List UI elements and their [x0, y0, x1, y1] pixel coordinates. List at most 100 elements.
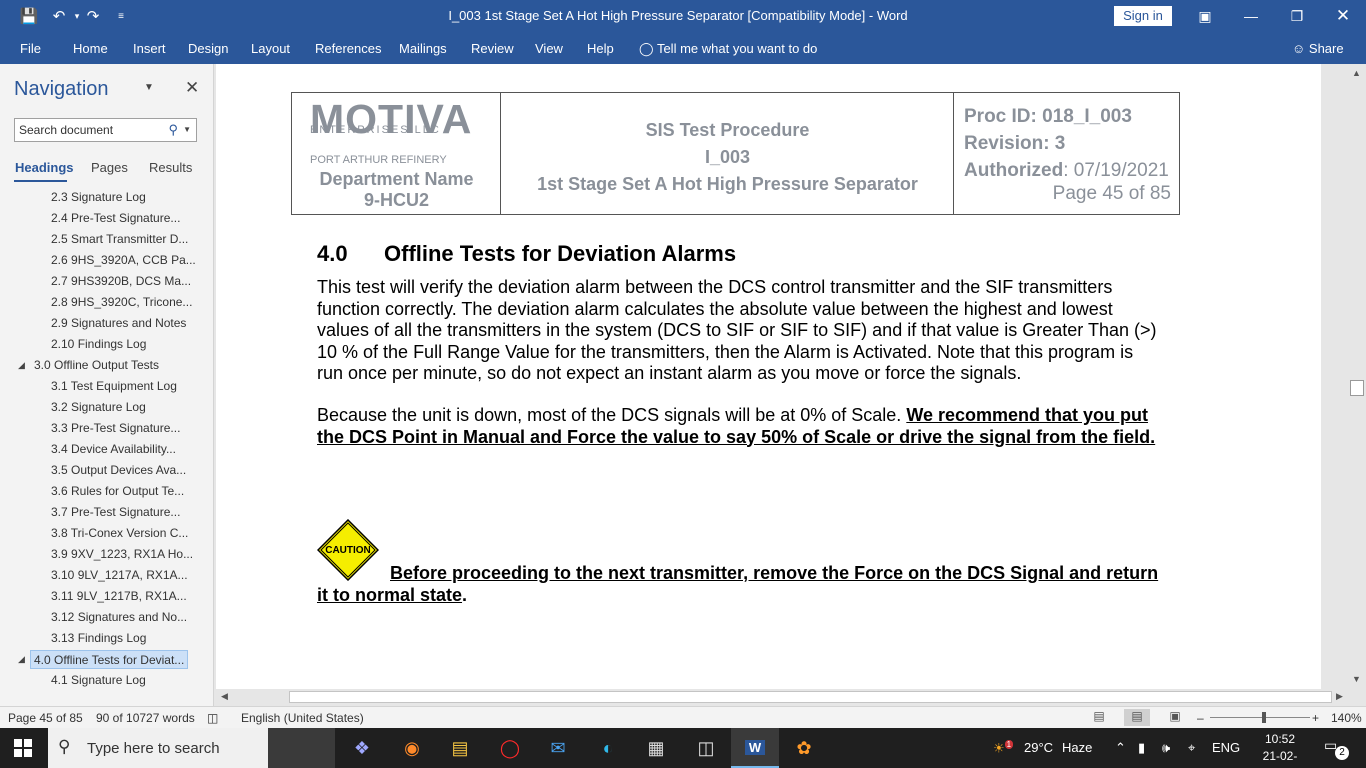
app-icon[interactable]: ▦ [632, 728, 680, 768]
ribbon-display-options-icon[interactable]: ▣ [1182, 0, 1228, 32]
nav-item-3-6[interactable]: 3.6 Rules for Output Te... [51, 482, 184, 501]
nav-item-2-5[interactable]: 2.5 Smart Transmitter D... [51, 230, 188, 249]
tab-mailings[interactable]: Mailings [399, 41, 447, 56]
search-highlight-image[interactable] [268, 728, 335, 768]
windows-start-icon[interactable] [14, 739, 32, 757]
nav-item-3-11[interactable]: 3.11 9LV_1217B, RX1A... [51, 587, 187, 606]
document-area[interactable]: MOTIVA ENTERPRISES LLC PORT ARTHUR REFIN… [216, 64, 1321, 689]
nav-item-3-12[interactable]: 3.12 Signatures and No... [51, 608, 187, 627]
nav-item-2-4[interactable]: 2.4 Pre-Test Signature... [51, 209, 180, 228]
tab-insert[interactable]: Insert [133, 41, 166, 56]
zoom-out-icon[interactable]: – [1197, 711, 1204, 725]
scroll-up-icon[interactable]: ▲ [1352, 68, 1361, 78]
scroll-down-icon[interactable]: ▼ [1352, 674, 1361, 684]
sign-in-button[interactable]: Sign in [1114, 6, 1172, 26]
file-explorer-icon[interactable]: ▤ [436, 728, 484, 768]
edge-icon[interactable]: ◐ [584, 728, 632, 768]
nav-item-3-13[interactable]: 3.13 Findings Log [51, 629, 146, 648]
wifi-icon[interactable]: ⌖ [1188, 740, 1195, 756]
nav-item-2-10[interactable]: 2.10 Findings Log [51, 335, 146, 354]
tab-home[interactable]: Home [73, 41, 108, 56]
word-icon[interactable]: W [731, 728, 779, 768]
nav-item-2-3[interactable]: 2.3 Signature Log [51, 188, 146, 207]
tab-review[interactable]: Review [471, 41, 514, 56]
search-options-icon[interactable]: ▼ [183, 125, 191, 134]
nav-item-2-9[interactable]: 2.9 Signatures and Notes [51, 314, 186, 333]
language-indicator[interactable]: ENG [1212, 740, 1240, 755]
collapse-triangle-icon[interactable]: ◢ [18, 654, 25, 665]
tab-file[interactable]: File [20, 41, 41, 56]
nav-item-3-9[interactable]: 3.9 9XV_1223, RX1A Ho... [51, 545, 193, 564]
tab-help[interactable]: Help [587, 41, 614, 56]
weather-text[interactable]: Haze [1062, 740, 1092, 755]
print-layout-icon[interactable]: ▤ [1124, 709, 1150, 726]
app-icon-3[interactable]: ✿ [780, 728, 828, 768]
notification-icon[interactable]: ▭ 2 [1324, 737, 1349, 760]
save-icon[interactable]: 💾 [14, 0, 44, 32]
taskbar-search-box[interactable]: ⚲ Type here to search [48, 728, 335, 768]
collapse-triangle-icon[interactable]: ◢ [18, 360, 25, 371]
zoom-in-icon[interactable]: + [1312, 711, 1319, 725]
horizontal-scroll-thumb[interactable] [289, 691, 1332, 703]
opera-icon[interactable]: ◯ [486, 728, 534, 768]
close-icon[interactable]: ✕ [1320, 0, 1366, 32]
firefox-icon[interactable]: ◉ [388, 728, 436, 768]
chevron-up-icon[interactable]: ⌃ [1115, 740, 1126, 756]
zoom-slider[interactable] [1210, 717, 1310, 718]
copilot-icon[interactable]: ❖ [338, 728, 386, 768]
zoom-slider-knob[interactable] [1262, 712, 1266, 723]
weather-icon[interactable]: ☀ 1 [993, 740, 1014, 756]
tab-pages[interactable]: Pages [91, 160, 128, 175]
tab-results[interactable]: Results [149, 160, 192, 175]
zoom-level[interactable]: 140% [1331, 711, 1362, 725]
customize-quick-access-icon[interactable]: ≡ [106, 0, 136, 32]
scroll-left-icon[interactable]: ◀ [221, 691, 228, 702]
tab-references[interactable]: References [315, 41, 381, 56]
volume-icon[interactable]: 🕪 [1162, 740, 1170, 756]
vertical-scroll-thumb[interactable] [1350, 380, 1364, 396]
pane-options-icon[interactable]: ▼ [144, 82, 154, 93]
nav-item-3-2[interactable]: 3.2 Signature Log [51, 398, 146, 417]
search-document-input[interactable]: Search document ⚲ ▼ [14, 118, 197, 142]
tab-layout[interactable]: Layout [251, 41, 290, 56]
minimize-icon[interactable]: — [1228, 0, 1274, 32]
nav-item-2-6[interactable]: 2.6 9HS_3920A, CCB Pa... [51, 251, 196, 270]
redo-icon[interactable]: ↷ [78, 0, 108, 32]
read-mode-icon[interactable]: ▤ [1086, 709, 1112, 726]
search-icon[interactable]: ⚲ [168, 122, 178, 138]
nav-item-3-10[interactable]: 3.10 9LV_1217A, RX1A... [51, 566, 188, 585]
document-page[interactable]: MOTIVA ENTERPRISES LLC PORT ARTHUR REFIN… [216, 64, 1321, 689]
mail-icon[interactable]: ✉ [534, 728, 582, 768]
page-count[interactable]: Page 45 of 85 [8, 711, 83, 725]
share-button[interactable]: ☺ Share [1292, 41, 1344, 56]
tab-design[interactable]: Design [188, 41, 228, 56]
nav-item-2-8[interactable]: 2.8 9HS_3920C, Tricone... [51, 293, 192, 312]
tell-me-search[interactable]: ◯ Tell me what you want to do [639, 41, 817, 57]
web-layout-icon[interactable]: ▣ [1162, 709, 1188, 726]
nav-item-4-0-selected[interactable]: 4.0 Offline Tests for Deviat... [30, 650, 189, 669]
weather-temp[interactable]: 29°C [1024, 740, 1053, 755]
nav-item-3-0[interactable]: 3.0 Offline Output Tests [34, 356, 159, 375]
close-pane-icon[interactable]: ✕ [185, 78, 199, 98]
paragraph-2: Because the unit is down, most of the DC… [317, 405, 1162, 448]
battery-icon[interactable]: ▮ [1138, 740, 1145, 756]
nav-item-3-7[interactable]: 3.7 Pre-Test Signature... [51, 503, 180, 522]
clock[interactable]: 10:52 21-02-2025 [1252, 731, 1308, 768]
tab-view[interactable]: View [535, 41, 563, 56]
app-icon-2[interactable]: ◫ [682, 728, 730, 768]
nav-item-2-7[interactable]: 2.7 9HS3920B, DCS Ma... [51, 272, 191, 291]
scroll-right-icon[interactable]: ▶ [1336, 691, 1343, 702]
language[interactable]: English (United States) [241, 711, 364, 725]
word-count[interactable]: 90 of 10727 words [96, 711, 195, 725]
horizontal-scrollbar[interactable]: ◀ ▶ [216, 689, 1350, 706]
vertical-scrollbar[interactable]: ▲ ▼ [1348, 64, 1366, 689]
proofing-icon[interactable]: ◫ [207, 711, 218, 725]
nav-item-4-1[interactable]: 4.1 Signature Log [51, 671, 146, 690]
nav-item-3-8[interactable]: 3.8 Tri-Conex Version C... [51, 524, 188, 543]
nav-item-3-4[interactable]: 3.4 Device Availability... [51, 440, 176, 459]
tab-headings[interactable]: Headings [15, 160, 74, 175]
nav-item-3-1[interactable]: 3.1 Test Equipment Log [51, 377, 177, 396]
restore-icon[interactable]: ❐ [1274, 0, 1320, 32]
nav-item-3-5[interactable]: 3.5 Output Devices Ava... [51, 461, 186, 480]
nav-item-3-3[interactable]: 3.3 Pre-Test Signature... [51, 419, 180, 438]
